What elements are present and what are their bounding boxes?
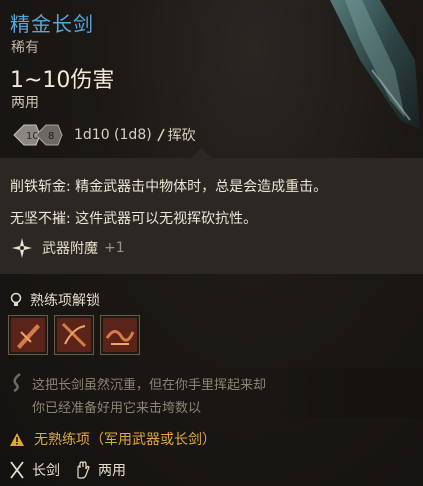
item-rarity: 稀有 [11,40,39,56]
action-slash-icon [11,318,45,352]
warning-row: 无熟练项（军用武器或长剑） [10,429,216,449]
warning-text: 无熟练项（军用武器或长剑） [34,432,216,448]
hand-icon [77,461,90,479]
feature-line: 无坚不摧: 这件武器可以无视挥砍抗性。 [10,211,258,227]
action-slot[interactable] [54,315,94,355]
damage-type: 挥砍 [167,128,196,144]
enchantment-value: +1 [104,240,125,256]
damage-dice-row: 10 8 1d10 (1d8) 挥砍 [10,122,270,148]
description-line: 你已经准备好用它来击垮数以 [32,401,202,416]
action-slot[interactable] [100,315,140,355]
slash-damage-icon [157,128,165,142]
proficiency-title: 熟练项解锁 [30,293,100,309]
svg-text:8: 8 [48,131,54,142]
warning-icon [10,432,24,446]
item-handedness: 两用 [11,95,39,111]
dice-formula: 1d10 (1d8) [74,127,152,143]
proficiency-actions [8,315,140,355]
description-fade [280,368,423,418]
proficiency-header: 熟练项解锁 [10,290,100,310]
footer-handed: 两用 [98,463,126,479]
enchantment-label: 武器附魔 [42,241,98,257]
feature-line: 削铁斩金: 精金武器击中物体时，总是会造成重击。 [10,179,328,195]
action-parry-icon [57,318,91,352]
lightbulb-icon [10,292,22,306]
weapon-type: 长剑 [32,463,60,479]
footer-row: 长剑 两用 [10,460,126,480]
crossed-swords-icon [10,461,24,479]
action-slot[interactable] [8,315,48,355]
item-name: 精金长剑 [10,12,94,36]
enchantment-row: 武器附魔 +1 [10,236,125,260]
action-flourish-icon [103,318,137,352]
enchant-sparkle-icon [12,238,32,258]
description-line: 这把长剑虽然沉重，但在你手里挥起来却 [32,378,267,393]
dice-icon: 10 8 [13,124,63,146]
item-damage: 1~10伤害 [10,68,115,93]
quote-icon [13,373,21,392]
